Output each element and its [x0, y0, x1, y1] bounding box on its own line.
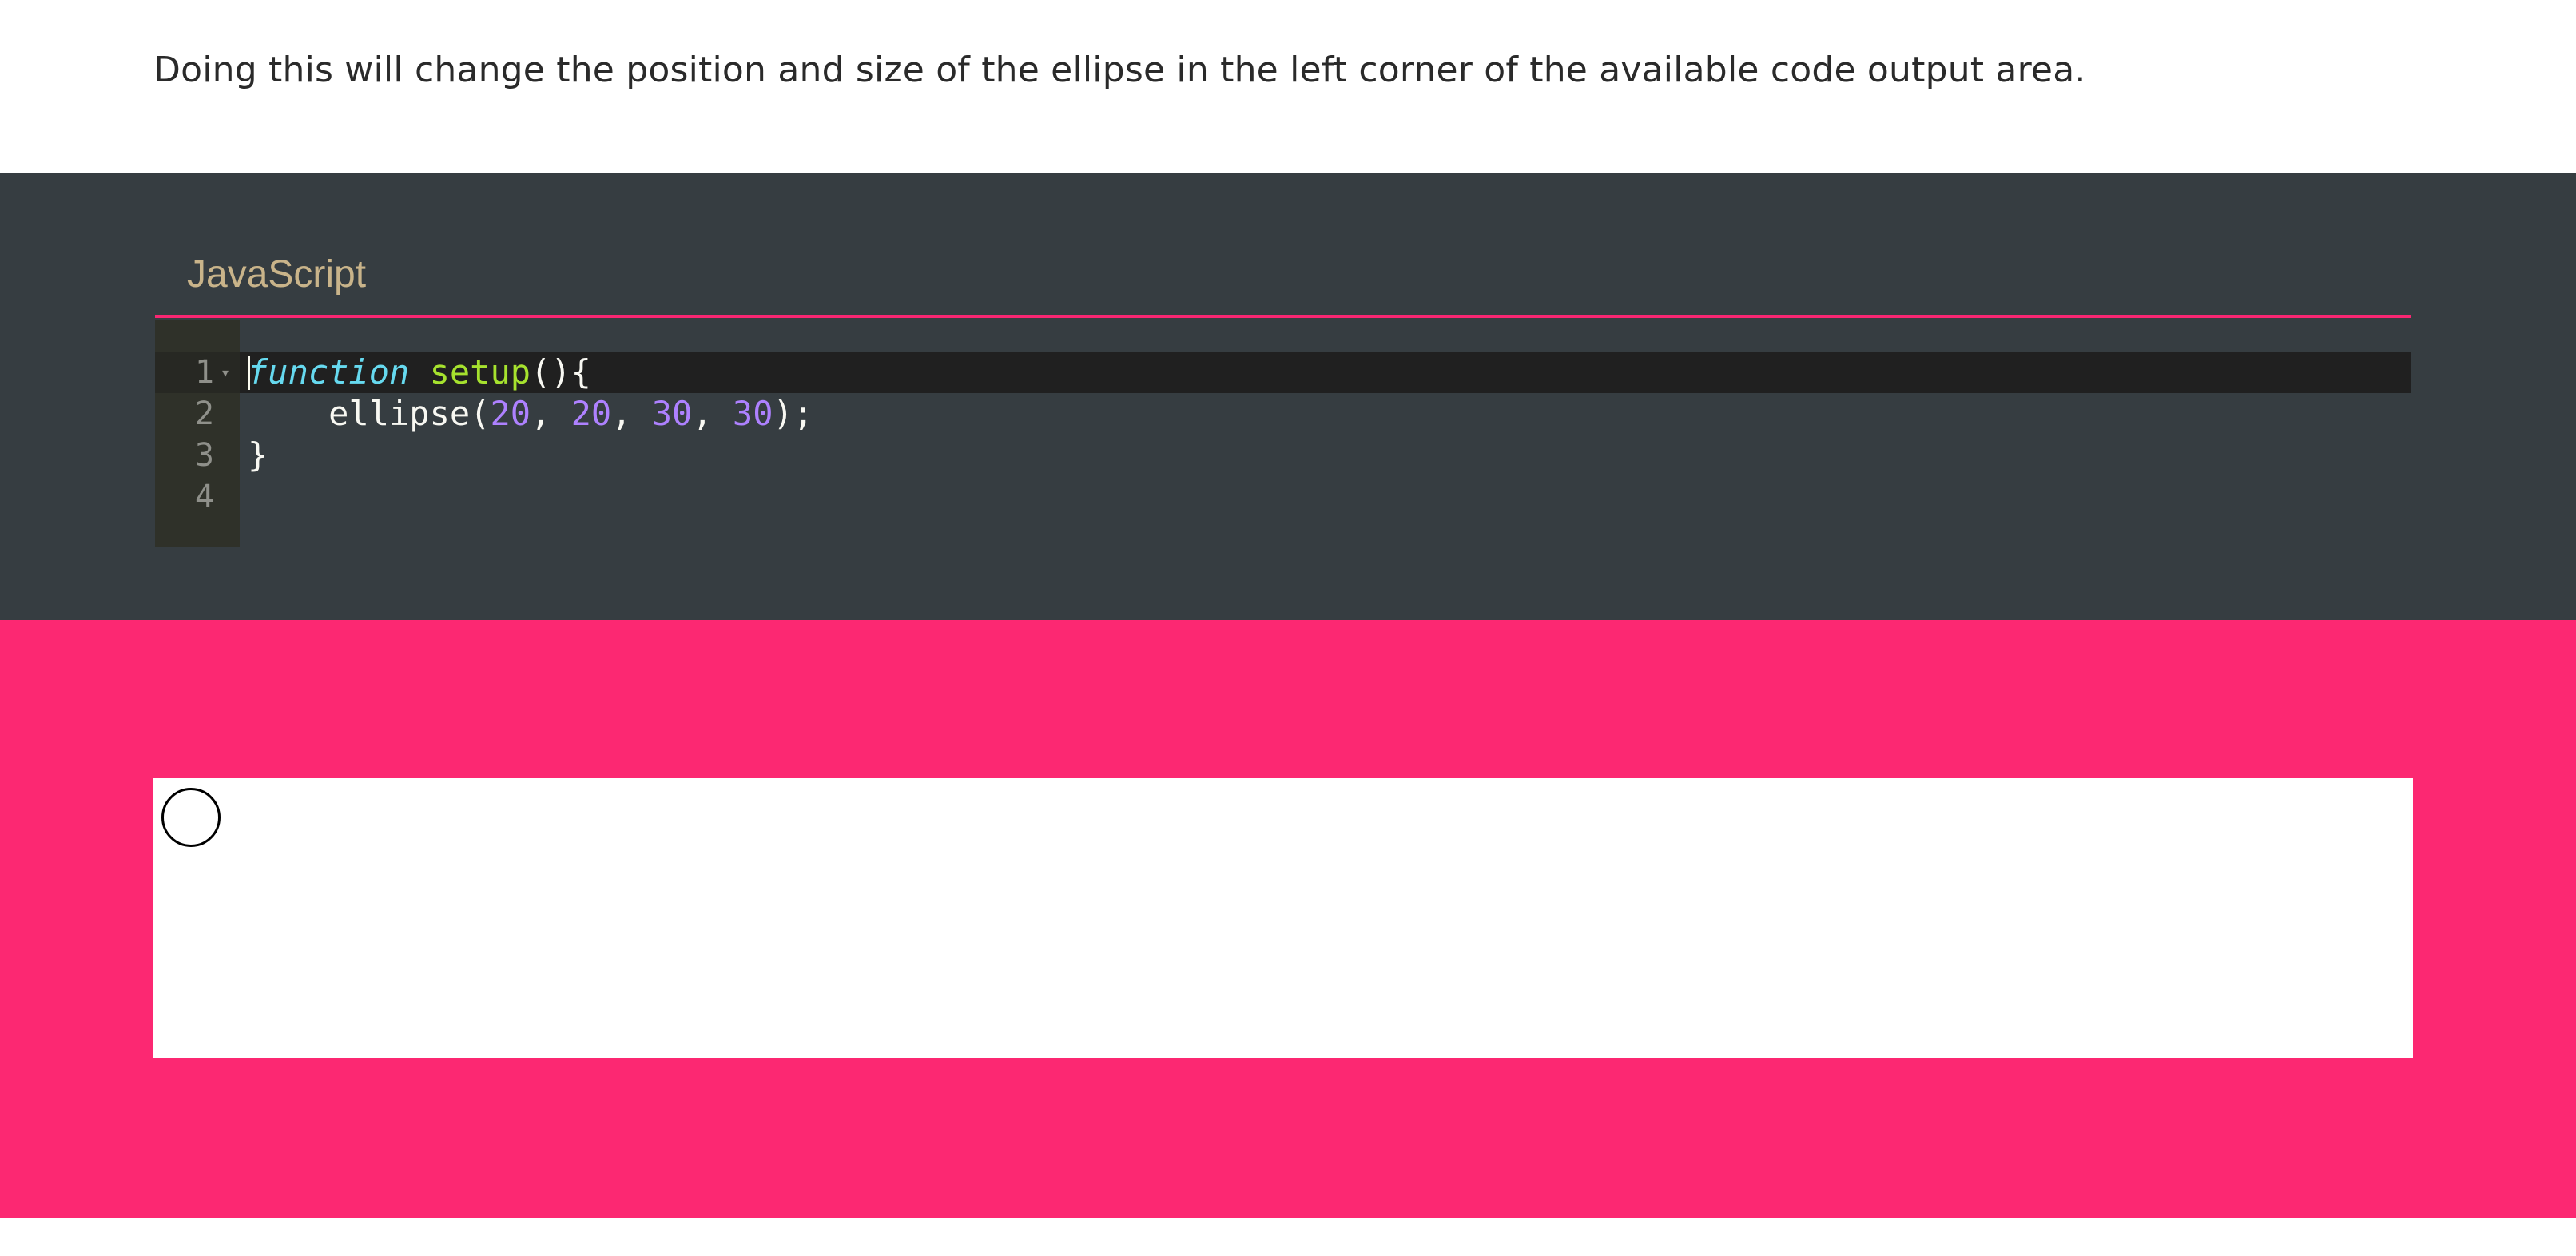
language-tab-label[interactable]: JavaScript: [187, 252, 366, 296]
code-separator: ,: [531, 394, 571, 433]
code-line[interactable]: function setup(){: [248, 352, 591, 393]
ellipse-shape: [161, 788, 221, 847]
code-line[interactable]: }: [248, 435, 268, 476]
code-separator: ,: [692, 394, 733, 433]
line-number: 3: [194, 437, 214, 474]
code-editor-section: JavaScript 1 2 3 4 ▾ function setup(){ e…: [0, 173, 2576, 620]
code-line[interactable]: ellipse(20, 20, 30, 30);: [248, 393, 813, 435]
code-punctuation: );: [773, 394, 814, 433]
code-punctuation: (){: [531, 352, 591, 392]
language-tab-underline: [155, 315, 2411, 318]
text-cursor: [248, 356, 250, 390]
output-section: [0, 620, 2576, 1218]
code-editor[interactable]: 1 2 3 4 ▾ function setup(){ ellipse(20, …: [155, 320, 2411, 547]
output-canvas[interactable]: [153, 778, 2413, 1058]
code-number: 20: [490, 394, 531, 433]
code-separator: ,: [611, 394, 652, 433]
intro-paragraph: Doing this will change the position and …: [153, 50, 2086, 90]
code-keyword: function: [248, 352, 410, 392]
code-call: ellipse(: [328, 394, 491, 433]
fold-arrow-icon[interactable]: ▾: [221, 352, 230, 393]
code-function-name: setup: [429, 352, 531, 392]
line-number: 4: [194, 479, 214, 515]
code-number: 30: [651, 394, 693, 433]
code-number: 20: [570, 394, 612, 433]
code-number: 30: [732, 394, 773, 433]
line-number: 1: [194, 354, 214, 391]
line-number: 2: [194, 395, 214, 432]
